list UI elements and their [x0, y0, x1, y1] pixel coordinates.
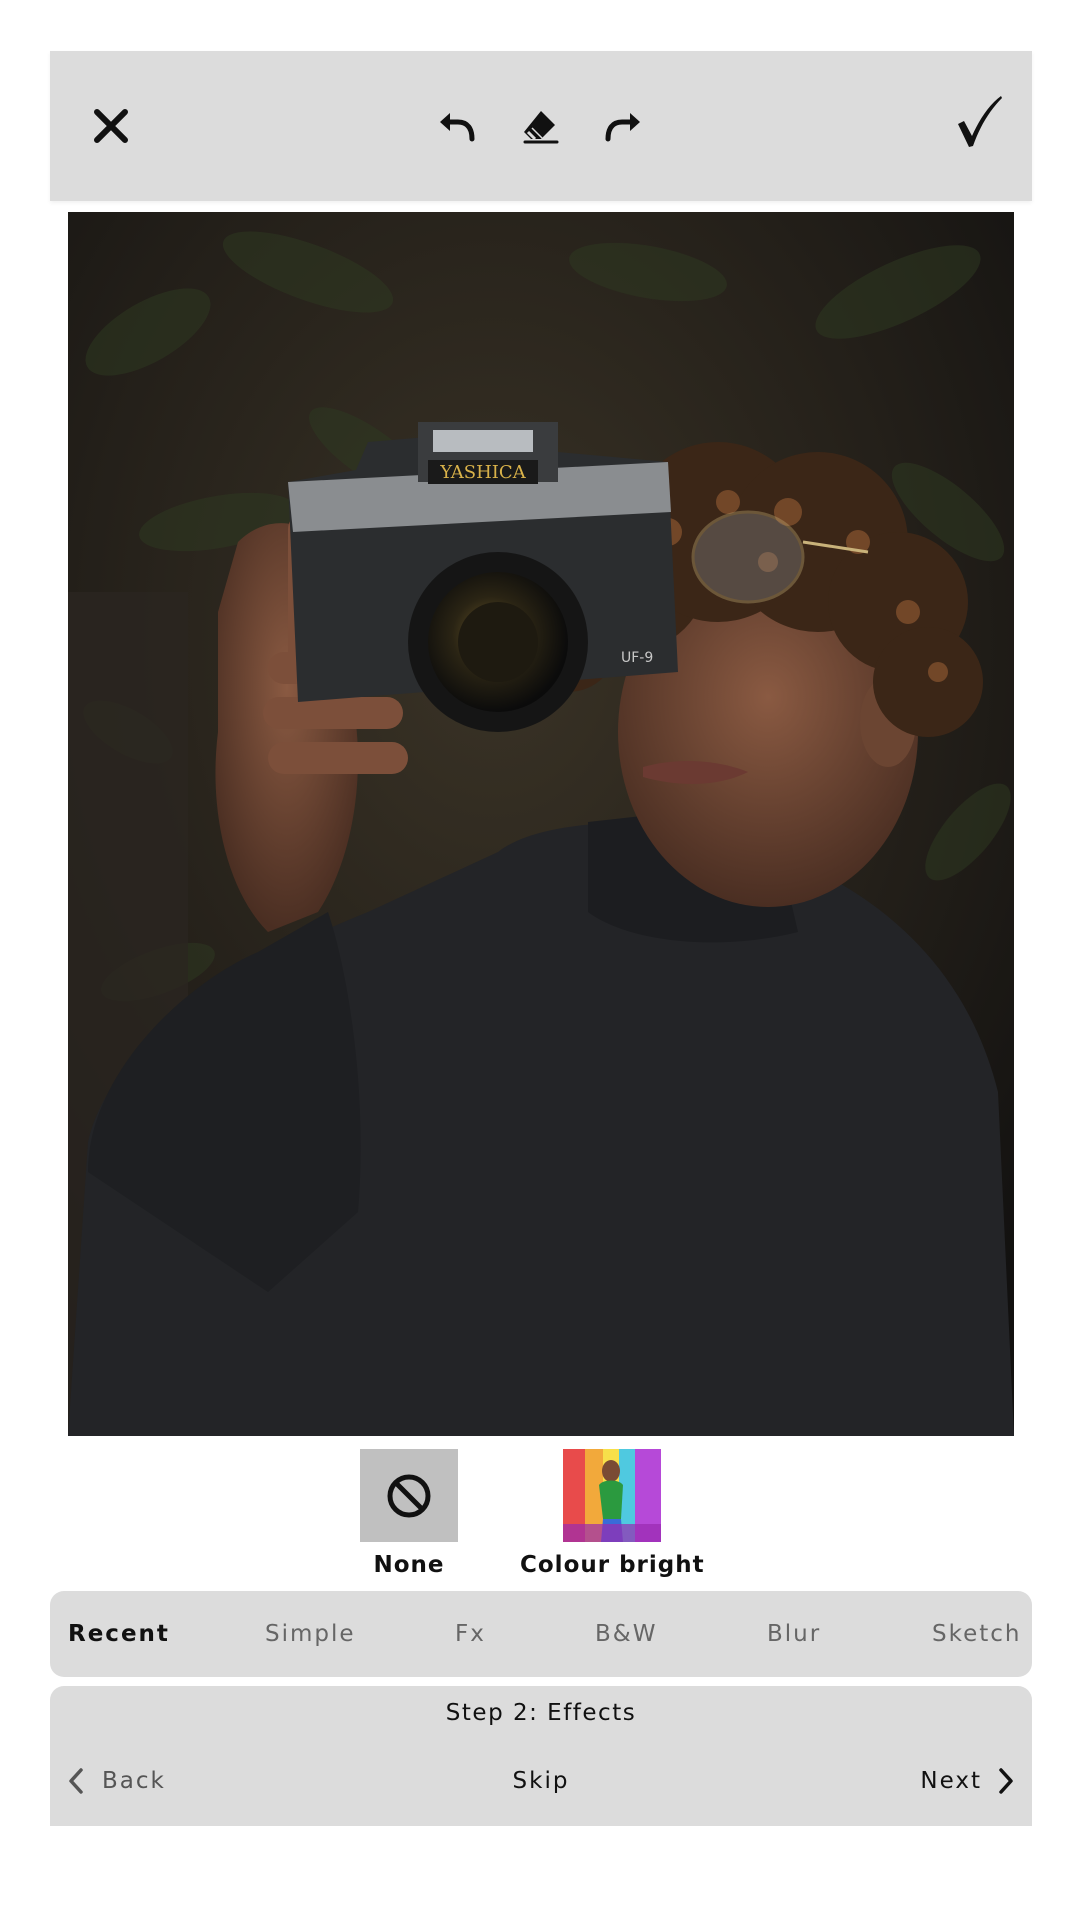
tab-simple[interactable]: Simple [265, 1591, 356, 1677]
redo-button[interactable] [588, 91, 658, 161]
tab-bw[interactable]: B&W [595, 1591, 657, 1677]
effect-none[interactable]: None [360, 1449, 458, 1578]
colour-bright-thumbnail [563, 1449, 662, 1542]
close-button[interactable] [76, 91, 146, 161]
portrait-photo: YASHICA UF-9 [68, 212, 1014, 1436]
skip-button[interactable]: Skip [50, 1756, 1032, 1806]
checkmark-icon [958, 96, 1002, 147]
eraser-button[interactable] [505, 91, 575, 161]
confirm-button[interactable] [944, 87, 1014, 157]
tab-blur[interactable]: Blur [767, 1591, 821, 1677]
redo-icon [605, 113, 640, 142]
editor-toolbar [50, 51, 1032, 201]
no-effect-icon [360, 1449, 458, 1542]
effect-label: Colour bright [520, 1552, 705, 1578]
step-navigation-bar: Step 2: Effects Back Skip Next [50, 1686, 1032, 1826]
skip-label: Skip [512, 1768, 570, 1794]
tab-fx[interactable]: Fx [455, 1591, 486, 1677]
chevron-right-icon [999, 1768, 1013, 1794]
tab-sketch[interactable]: Sketch [932, 1591, 1022, 1677]
next-button[interactable]: Next [920, 1756, 1016, 1806]
svg-text:UF-9: UF-9 [621, 650, 653, 666]
effect-label: None [373, 1552, 445, 1578]
eraser-icon [523, 111, 559, 144]
effect-colour-bright[interactable]: Colour bright [520, 1449, 705, 1578]
undo-button[interactable] [422, 91, 492, 161]
step-title: Step 2: Effects [445, 1700, 637, 1726]
photo-canvas[interactable]: YASHICA UF-9 [68, 212, 1014, 1436]
next-label: Next [920, 1768, 982, 1794]
effect-category-tabs: Recent Simple Fx B&W Blur Sketch [50, 1591, 1032, 1677]
undo-icon [440, 113, 475, 142]
svg-text:YASHICA: YASHICA [439, 462, 526, 483]
close-icon [94, 109, 128, 143]
tab-recent[interactable]: Recent [68, 1591, 170, 1677]
